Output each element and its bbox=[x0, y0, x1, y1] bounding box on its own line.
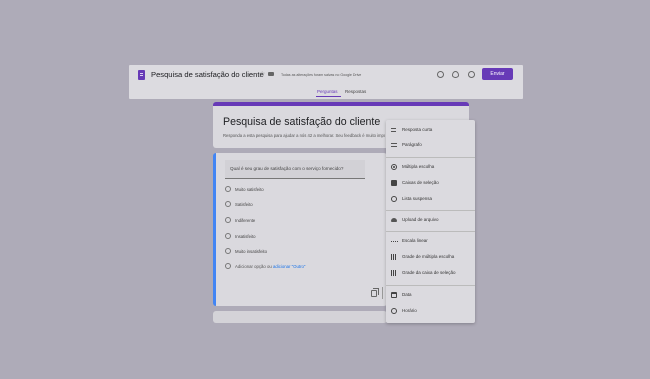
dropdown-icon bbox=[391, 196, 397, 202]
question-text: Qual é seu grau de satisfação com o serv… bbox=[230, 166, 344, 171]
menu-item-dropdown[interactable]: Lista suspensa bbox=[386, 192, 475, 207]
radio-icon bbox=[225, 186, 231, 192]
add-option-link[interactable]: Adicionar opção bbox=[235, 264, 266, 269]
menu-item-multiple-choice-grid[interactable]: Grade de múltipla escolha bbox=[386, 250, 475, 265]
send-button[interactable]: Enviar bbox=[482, 68, 513, 80]
radio-icon bbox=[225, 233, 231, 239]
menu-item-paragraph[interactable]: Parágrafo bbox=[386, 138, 475, 153]
menu-item-label: Parágrafo bbox=[402, 142, 422, 147]
radio-icon bbox=[391, 164, 397, 170]
short-answer-icon bbox=[391, 128, 396, 132]
form-title[interactable]: Pesquisa de satisfação do cliente bbox=[223, 116, 380, 128]
radio-icon bbox=[225, 248, 231, 254]
menu-item-linear-scale[interactable]: Escala linear bbox=[386, 234, 475, 249]
document-title[interactable]: Pesquisa de satisfação do cliente bbox=[151, 70, 264, 79]
menu-item-label: Upload de arquivo bbox=[402, 217, 439, 222]
grid-icon bbox=[391, 270, 397, 276]
menu-divider bbox=[386, 285, 475, 286]
settings-icon[interactable] bbox=[468, 71, 475, 78]
tab-responses[interactable]: Respostas bbox=[345, 89, 366, 94]
tab-questions[interactable]: Perguntas bbox=[317, 89, 338, 94]
menu-item-short-answer[interactable]: Resposta curta bbox=[386, 123, 475, 138]
option-row[interactable]: Muito satisfeito bbox=[225, 186, 385, 194]
menu-item-file-upload[interactable]: Upload de arquivo bbox=[386, 213, 475, 228]
preview-icon[interactable] bbox=[452, 71, 459, 78]
menu-item-label: Caixas de seleção bbox=[402, 180, 439, 185]
form-description[interactable]: Responda a esta pesquisa para ajudar a n… bbox=[223, 133, 385, 138]
menu-item-label: Lista suspensa bbox=[402, 196, 433, 201]
menu-divider bbox=[386, 157, 475, 158]
menu-item-label: Múltipla escolha bbox=[402, 164, 435, 169]
menu-item-label: Data bbox=[402, 292, 412, 297]
menu-item-checkboxes[interactable]: Caixas de seleção bbox=[386, 176, 475, 191]
menu-item-label: Resposta curta bbox=[402, 127, 433, 132]
question-input[interactable]: Qual é seu grau de satisfação com o serv… bbox=[225, 160, 365, 179]
radio-icon bbox=[225, 201, 231, 207]
clock-icon bbox=[391, 308, 397, 314]
linear-scale-icon bbox=[391, 241, 398, 242]
add-other-link[interactable]: adicionar "Outro" bbox=[273, 264, 305, 269]
radio-icon bbox=[225, 217, 231, 223]
add-option-text: Adicionar opção ou adicionar "Outro" bbox=[235, 264, 305, 269]
option-row[interactable]: Muito insatisfeito bbox=[225, 248, 385, 256]
menu-item-label: Horário bbox=[402, 308, 417, 313]
add-or-text: ou bbox=[267, 264, 272, 269]
option-label[interactable]: Indiferente bbox=[235, 218, 255, 223]
duplicate-icon[interactable] bbox=[371, 288, 379, 297]
option-label[interactable]: Satisfeito bbox=[235, 202, 253, 207]
active-tab-indicator bbox=[316, 96, 341, 97]
grid-icon bbox=[391, 254, 397, 260]
star-icon[interactable]: ☆ bbox=[259, 70, 265, 78]
option-label[interactable]: Insatisfeito bbox=[235, 234, 256, 239]
form-icon[interactable] bbox=[138, 70, 145, 80]
calendar-icon bbox=[391, 292, 397, 298]
option-label[interactable]: Muito satisfeito bbox=[235, 187, 264, 192]
menu-item-checkbox-grid[interactable]: Grade da caixa de seleção bbox=[386, 266, 475, 281]
menu-divider bbox=[386, 210, 475, 211]
question-type-menu: Resposta curta Parágrafo Múltipla escolh… bbox=[386, 120, 475, 323]
menu-item-multiple-choice[interactable]: Múltipla escolha bbox=[386, 160, 475, 175]
save-status: Todas as alterações foram salvas no Goog… bbox=[281, 72, 362, 77]
menu-item-time[interactable]: Horário bbox=[386, 304, 475, 319]
option-row[interactable]: Satisfeito bbox=[225, 201, 385, 209]
menu-item-label: Escala linear bbox=[402, 238, 428, 243]
menu-divider bbox=[386, 231, 475, 232]
question-card[interactable]: Qual é seu grau de satisfação com o serv… bbox=[213, 153, 387, 306]
palette-icon[interactable] bbox=[437, 71, 444, 78]
menu-item-label: Grade da caixa de seleção bbox=[402, 270, 456, 275]
option-row[interactable]: Insatisfeito bbox=[225, 233, 385, 241]
paragraph-icon bbox=[391, 143, 397, 147]
divider bbox=[382, 287, 383, 299]
radio-icon bbox=[225, 263, 231, 269]
menu-item-label: Grade de múltipla escolha bbox=[402, 254, 455, 259]
folder-icon[interactable] bbox=[268, 72, 274, 76]
checkbox-icon bbox=[391, 180, 397, 186]
add-option-row[interactable]: Adicionar opção ou adicionar "Outro" bbox=[225, 263, 385, 271]
next-question-card[interactable] bbox=[213, 311, 387, 323]
upload-icon bbox=[391, 218, 397, 222]
form-header: Pesquisa de satisfação do cliente ☆ Toda… bbox=[129, 65, 523, 99]
option-label[interactable]: Muito insatisfeito bbox=[235, 249, 267, 254]
menu-item-date[interactable]: Data bbox=[386, 288, 475, 303]
option-row[interactable]: Indiferente bbox=[225, 217, 385, 225]
